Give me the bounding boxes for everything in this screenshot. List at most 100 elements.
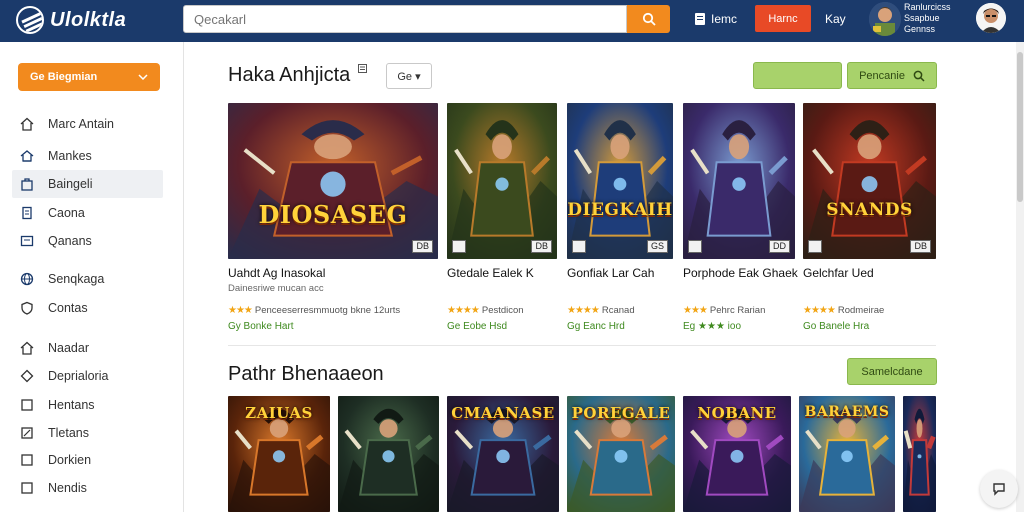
game-thumbnail[interactable]: ZAIUAS (228, 396, 330, 512)
rating-text: Rcanad (601, 305, 635, 316)
sidebar-item[interactable]: Caona (12, 199, 163, 227)
game-title[interactable]: Uahdt Ag Inasokal (228, 266, 325, 280)
game-rating: ★★★ Penceeserresmmuotg bkne 12urts (228, 305, 400, 316)
sort-dropdown[interactable]: Ge ▾ (386, 63, 432, 89)
globe-icon (20, 272, 34, 286)
game-rating: ★★★★ Rodmeirae (803, 305, 884, 316)
game-rating: ★★★★ Pestdicon (447, 305, 524, 316)
game-thumbnail[interactable] (903, 396, 936, 512)
sidebar-item[interactable]: Tletans (12, 419, 163, 447)
scrollbar-thumb[interactable] (1017, 52, 1023, 202)
chevron-down-icon (138, 74, 148, 80)
sidebar-item-label: Nendis (48, 481, 87, 495)
game-thumbnail[interactable]: CMAANASE (447, 396, 559, 512)
game-title[interactable]: Gonfiak Lar Cah (567, 266, 654, 280)
sidebar-item-label: Baingeli (48, 177, 93, 191)
rating-text: Pestdicon (481, 305, 524, 316)
game-thumbnail-title: CMAANASE (451, 404, 555, 422)
shield-icon (20, 301, 34, 315)
game-thumbnail[interactable]: BARAEMS (799, 396, 895, 512)
platform-badge (688, 240, 702, 253)
game-thumbnail-title: ZAIUAS (245, 404, 313, 422)
game-thumbnail[interactable]: DB (447, 103, 557, 259)
sidebar-item-label: Mankes (48, 149, 92, 163)
user-meta-line1: Ranlurcicss (904, 2, 951, 12)
square-icon (20, 481, 34, 495)
filter-button[interactable] (753, 62, 842, 89)
edit-icon (20, 426, 34, 440)
logo-icon (16, 6, 44, 34)
sidebar-item[interactable]: Nendis (12, 474, 163, 502)
sidebar-item[interactable]: Marc Antain (12, 110, 163, 138)
section-title-featured-text: Haka Anhjicta (228, 64, 351, 86)
rating-stars: ★★★★ (447, 305, 480, 316)
sidebar-item[interactable]: Hentans (12, 391, 163, 419)
top-header: Ulolktla Iemc Harnc Kay Ranlurcicss Ssap… (0, 0, 1024, 42)
game-thumbnail-title: POREGALE (571, 404, 671, 422)
rating-stars: ★★★ (228, 305, 253, 316)
feedback-button[interactable] (980, 470, 1018, 508)
game-title[interactable]: Porphode Eak Ghaek (683, 266, 798, 280)
square-icon (20, 398, 34, 412)
browse-search-button[interactable]: Pencanie (847, 62, 937, 89)
game-price: Go Banele Hra (803, 321, 870, 332)
game-title[interactable]: Gtedale Ealek K (447, 266, 534, 280)
sidebar-item[interactable]: Baingeli (12, 170, 163, 198)
sidebar-item[interactable]: Deprialoria (12, 362, 163, 390)
platform-badge (808, 240, 822, 253)
sidebar-item[interactable]: Senqkaga (12, 265, 163, 293)
document-icon (20, 206, 34, 220)
game-thumbnail[interactable]: DD (683, 103, 795, 259)
user-avatar[interactable] (976, 3, 1006, 33)
game-thumbnail[interactable]: DIOSASEG DB (228, 103, 438, 259)
house-icon (20, 149, 34, 163)
search-icon (642, 12, 656, 26)
game-thumbnail[interactable]: DIEGKAIH GS (567, 103, 673, 259)
sidebar-item[interactable]: Mankes (12, 142, 163, 170)
diamond-icon (20, 369, 34, 383)
sidebar-item-label: Qanans (48, 234, 92, 248)
game-title[interactable]: Gelchfar Ued (803, 266, 874, 280)
user-meta-line2: Ssapbue (904, 13, 940, 23)
game-thumbnail[interactable] (338, 396, 439, 512)
game-avatar[interactable] (869, 2, 901, 36)
game-thumbnail[interactable]: SNANDS DB (803, 103, 936, 259)
search-button[interactable] (627, 5, 670, 33)
tablet-icon (20, 234, 34, 248)
see-more-button[interactable]: Samelcdane (847, 358, 937, 385)
search-bar (183, 5, 670, 33)
section-divider (228, 345, 936, 346)
game-thumbnail-title: SNANDS (826, 199, 913, 220)
game-thumbnail[interactable]: POREGALE (567, 396, 675, 512)
game-price: Gy Bonke Hart (228, 321, 294, 332)
sidebar-item[interactable]: Dorkien (12, 446, 163, 474)
rating-badge: GS (646, 240, 668, 253)
sidebar-item-label: Naadar (48, 341, 89, 355)
header-action-button[interactable]: Harnc (755, 5, 811, 32)
rating-text: Rodmeirae (837, 305, 885, 316)
game-thumbnail-title: BARAEMS (804, 404, 890, 420)
game-thumbnail[interactable]: NOBANE (683, 396, 791, 512)
header-link-key[interactable]: Kay (825, 12, 846, 26)
square-icon (20, 453, 34, 467)
rating-stars: ★★★★ (567, 305, 600, 316)
header-link-doc-label: Iemc (711, 12, 738, 26)
page-scrollbar[interactable] (1016, 42, 1024, 512)
sidebar-item[interactable]: Contas (12, 294, 163, 322)
home-icon (20, 117, 34, 131)
logo-text: Ulolktla (50, 8, 127, 31)
sidebar-item[interactable]: Naadar (12, 334, 163, 362)
sidebar-item-label: Senqkaga (48, 272, 105, 286)
rating-badge: DD (769, 240, 790, 253)
category-dropdown-label: Ge Biegmian (30, 71, 98, 83)
site-logo[interactable]: Ulolktla (16, 6, 126, 34)
document-icon (695, 13, 705, 25)
header-link-doc[interactable]: Iemc (695, 12, 737, 26)
rating-badge: DB (412, 240, 433, 253)
search-icon (913, 70, 925, 82)
sidebar-item[interactable]: Qanans (12, 227, 163, 255)
user-meta-line3: Gennss (904, 24, 936, 34)
search-input[interactable] (183, 5, 627, 33)
game-thumbnail-title: DIOSASEG (258, 199, 408, 229)
category-dropdown[interactable]: Ge Biegmian (18, 63, 160, 91)
